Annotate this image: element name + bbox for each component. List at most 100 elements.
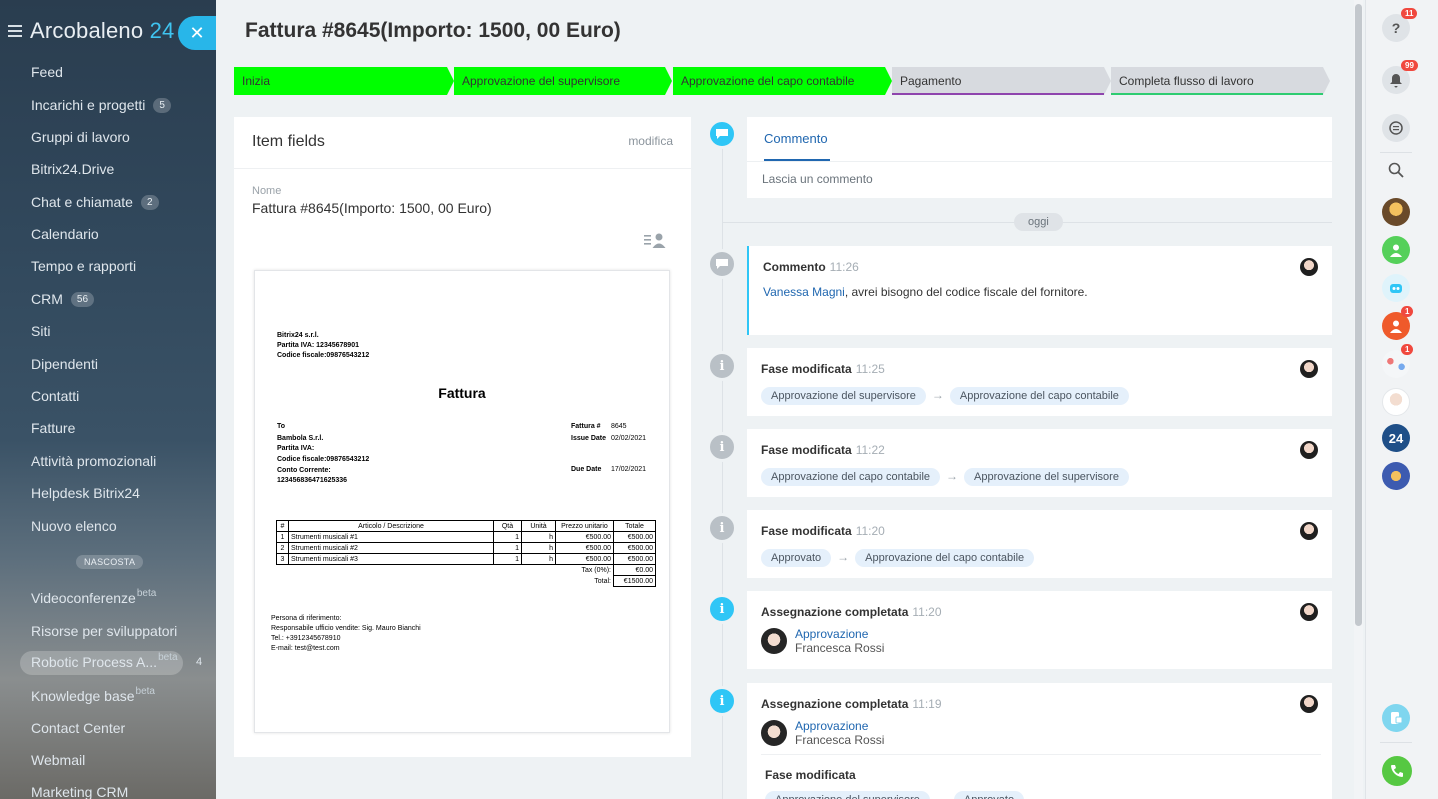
- stage-supervisor[interactable]: Approvazione del supervisore: [454, 67, 672, 95]
- invoice-to-label: To: [277, 423, 286, 430]
- col-header: Prezzo unitario: [555, 520, 614, 532]
- info-icon: i: [707, 686, 737, 716]
- sidebar-item-marketing[interactable]: Marketing CRM: [31, 782, 128, 799]
- menu-icon[interactable]: [8, 25, 22, 37]
- stage-complete[interactable]: Completa flusso di lavoro: [1111, 67, 1330, 95]
- user-list-icon[interactable]: [644, 232, 666, 248]
- user-avatar[interactable]: 1: [1382, 306, 1414, 340]
- sidebar-item-time[interactable]: Tempo e rapporti: [31, 256, 136, 276]
- arrow-right-icon: →: [935, 792, 948, 799]
- stage-to-pill: Approvazione del capo contabile: [855, 549, 1035, 567]
- invoice-to-company: Bambola S.r.l.: [277, 435, 324, 442]
- info-icon: i: [707, 432, 737, 462]
- avatar[interactable]: [761, 720, 787, 746]
- edit-link[interactable]: modifica: [628, 134, 673, 148]
- invoice-issue-date: 02/02/2021: [611, 435, 647, 442]
- sidebar-item-helpdesk[interactable]: Helpdesk Bitrix24: [31, 483, 140, 503]
- sidebar-item-rpa[interactable]: Robotic Process A... beta: [31, 652, 178, 672]
- sidebar-item-sites[interactable]: Siti: [31, 321, 50, 341]
- count-badge: 56: [70, 291, 95, 307]
- timeline-stage-change: Fase modificata 11:20 Approvato → Approvazi…: [747, 510, 1332, 578]
- sidebar-item-dev-resources[interactable]: Risorse per sviluppatori: [31, 621, 177, 641]
- scrollbar[interactable]: [1354, 0, 1363, 799]
- tax-row: Tax (0%): €0.00: [277, 564, 656, 576]
- invoice-account: 123456836471625336: [277, 477, 348, 484]
- arrow-right-icon: →: [931, 388, 944, 402]
- sidebar-item-webmail[interactable]: Webmail: [31, 750, 85, 770]
- invoice-fiscal: Codice fiscale:09876543212: [277, 352, 370, 359]
- invoice-due-label: Due Date: [571, 466, 602, 473]
- scrollbar-thumb[interactable]: [1355, 4, 1362, 626]
- stage-to-pill: Approvazione del supervisore: [964, 468, 1129, 486]
- user-avatar[interactable]: [1382, 198, 1410, 226]
- ref-manager: Responsabile ufficio vendite: Sig. Mauro…: [271, 625, 421, 632]
- comment-text: Vanessa Magni, avrei bisogno del codice …: [763, 285, 1088, 299]
- search-icon[interactable]: [1382, 156, 1410, 184]
- sidebar-item-tasks[interactable]: Incarichi e progetti 5: [31, 95, 171, 115]
- assignment-role-link[interactable]: Approvazione: [795, 719, 884, 733]
- entry-title: Assegnazione completata 11:19: [761, 697, 942, 711]
- sidebar-item-contact-center[interactable]: Contact Center: [31, 718, 125, 738]
- sidebar-logo[interactable]: Arcobaleno 24: [8, 17, 175, 45]
- avatar[interactable]: [1300, 522, 1318, 540]
- stage-from-pill: Approvazione del supervisore: [761, 387, 926, 405]
- stage-from-pill: Approvato: [761, 549, 832, 567]
- item-fields-card: Item fields modifica Nome Fattura #8645(…: [234, 117, 691, 757]
- sidebar-item-invoices[interactable]: Fatture: [31, 418, 75, 438]
- close-icon[interactable]: ✕: [178, 16, 216, 50]
- phone-icon[interactable]: [1382, 756, 1412, 786]
- bot-avatar[interactable]: [1382, 274, 1410, 302]
- avatar[interactable]: [1300, 441, 1318, 459]
- timeline-comment[interactable]: Commento 11:26 Vanessa Magni, avrei bisog…: [747, 246, 1332, 335]
- table-row: 1 Strumenti musicali #1 1 h €500.00 €500.00: [276, 531, 656, 543]
- sidebar-item-knowledge[interactable]: Knowledge base beta: [31, 686, 155, 706]
- col-header: Unità: [521, 520, 556, 532]
- sidebar-item-calendar[interactable]: Calendario: [31, 224, 99, 244]
- timeline-stage-change: Fase modificata 11:22 Approvazione del ca…: [747, 429, 1332, 497]
- sidebar-item-drive[interactable]: Bitrix24.Drive: [31, 159, 114, 179]
- avatar[interactable]: [1300, 360, 1318, 378]
- mention-link[interactable]: Vanessa Magni: [763, 285, 845, 299]
- assignment-role-link[interactable]: Approvazione: [795, 627, 884, 641]
- bell-icon[interactable]: 99: [1382, 60, 1418, 94]
- divider: [1380, 152, 1412, 153]
- stage-to-pill: Approvato: [953, 791, 1025, 799]
- sidebar-item-promotions[interactable]: Attività promozionali: [31, 451, 156, 471]
- stage-chief-accountant[interactable]: Approvazione del capo contabile: [673, 67, 892, 95]
- stage-start[interactable]: Inizia: [234, 67, 454, 95]
- help-badge: 11: [1401, 8, 1418, 19]
- name-value: Fattura #8645(Importo: 1500, 00 Euro): [252, 200, 492, 216]
- avatar[interactable]: [1300, 258, 1318, 276]
- group-avatar[interactable]: [1382, 462, 1410, 490]
- bitrix24-avatar[interactable]: 24: [1382, 424, 1410, 452]
- ref-email: E-mail: test@test.com: [271, 645, 340, 652]
- comment-input[interactable]: Lascia un commento: [762, 172, 873, 186]
- stage-payment[interactable]: Pagamento: [892, 67, 1111, 95]
- left-sidebar: Arcobaleno 24 ✕ Feed Incarichi e progett…: [0, 0, 216, 799]
- hidden-section-label[interactable]: NASCOSTA: [76, 555, 144, 569]
- table-row: 3 Strumenti musicali #3 1 h €500.00 €500.00: [276, 553, 656, 565]
- invoice-preview[interactable]: Bitrix24 s.r.l. Partita IVA: 12345678901…: [254, 270, 670, 733]
- sidebar-item-videoconf[interactable]: Videoconferenze beta: [31, 588, 156, 608]
- avatar[interactable]: [1300, 695, 1318, 713]
- sidebar-item-contacts[interactable]: Contatti: [31, 386, 79, 406]
- sidebar-item-crm[interactable]: CRM 56: [31, 289, 95, 309]
- avatar[interactable]: [1300, 603, 1318, 621]
- stage-from-pill: Approvazione del supervisore: [765, 791, 930, 799]
- avatar-badge: 1: [1401, 306, 1414, 317]
- sidebar-item-employees[interactable]: Dipendenti: [31, 354, 98, 374]
- user-avatar[interactable]: [1382, 388, 1410, 416]
- group-avatar[interactable]: 1: [1382, 344, 1414, 378]
- sidebar-item-chat[interactable]: Chat e chiamate 2: [31, 192, 159, 212]
- sidebar-item-new-list[interactable]: Nuovo elenco: [31, 516, 117, 536]
- avatar[interactable]: [761, 628, 787, 654]
- avatar-badge: 1: [1401, 344, 1414, 355]
- sidebar-item-workgroups[interactable]: Gruppi di lavoro: [31, 127, 130, 147]
- user-avatar[interactable]: [1382, 236, 1410, 264]
- device-icon[interactable]: [1382, 704, 1410, 732]
- tab-comment[interactable]: Commento: [764, 131, 828, 146]
- sidebar-item-feed[interactable]: Feed: [31, 62, 63, 82]
- page-title: Fattura #8645(Importo: 1500, 00 Euro): [245, 19, 621, 42]
- help-icon[interactable]: ? 11: [1382, 8, 1418, 42]
- chat-icon[interactable]: [1382, 114, 1410, 142]
